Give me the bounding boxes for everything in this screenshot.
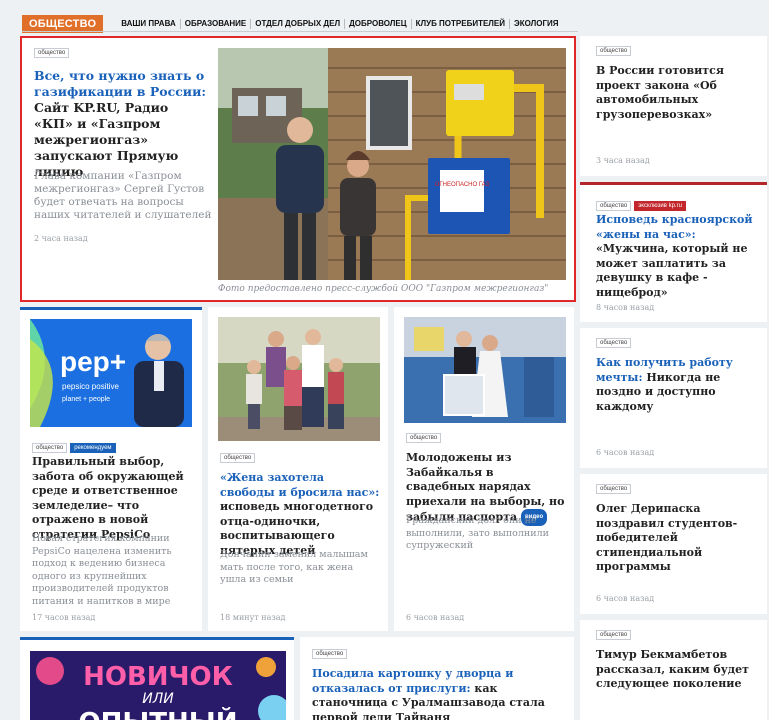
article-pepsico-title[interactable]: Правильный выбор, забота об окружающей с… xyxy=(32,455,194,542)
article-single-father-time: 18 минут назад xyxy=(220,613,286,622)
article-pepsico-desc: Новая стратегия компании PepsiCo нацелен… xyxy=(32,533,172,607)
featured-article[interactable]: общество Все, что нужно знать о газифика… xyxy=(20,36,576,302)
right-article-4-time: 6 часов назад xyxy=(596,594,655,603)
right-article-5[interactable]: общество Тимур Бекмамбетов рассказал, ка… xyxy=(580,620,767,720)
article-newlyweds-time: 6 часов назад xyxy=(406,613,465,622)
nav-link-volunteer[interactable]: ДОБРОВОЛЕЦ xyxy=(345,19,412,29)
right-article-2[interactable]: общество эксклюзив kp.ru Исповедь красноя… xyxy=(580,182,767,322)
promo-line2: ИЛИ xyxy=(142,691,174,707)
tag-society[interactable]: общество xyxy=(34,48,70,58)
nav-link-education[interactable]: ОБРАЗОВАНИЕ xyxy=(181,19,252,29)
newlyweds-image xyxy=(404,317,566,423)
right-article-2-title-lead[interactable]: Исповедь красноярской «жены на час»: xyxy=(596,213,753,241)
pepsico-image[interactable]: pep+ pepsico positive planet + people xyxy=(30,319,192,427)
nav-link-ecology[interactable]: ЭКОЛОГИЯ xyxy=(510,19,562,29)
right-article-4[interactable]: общество Олег Дерипаска поздравил студен… xyxy=(580,474,767,614)
tag-society[interactable]: общество xyxy=(596,484,632,494)
right-article-2-tags: общество эксклюзив kp.ru xyxy=(596,195,689,214)
right-article-3[interactable]: общество Как получить работу мечты: Нико… xyxy=(580,328,767,468)
pepsico-banner: pep+ pepsico positive planet + people xyxy=(30,319,192,427)
article-newlyweds-desc: Гражданский долг они не выполнили, зато … xyxy=(406,515,549,551)
nav-divider xyxy=(22,31,578,32)
danger-sign-text: ОГНЕОПАСНО ГАЗ xyxy=(435,182,490,188)
gas-meter-photo: ОГНЕОПАСНО ГАЗ xyxy=(218,48,566,280)
tag-society[interactable]: общество xyxy=(406,433,442,443)
article-taiwan[interactable]: общество Посадила картошку у дворца и от… xyxy=(300,637,574,720)
tag-society[interactable]: общество xyxy=(596,200,632,211)
family-image xyxy=(218,317,380,441)
tag-society[interactable]: общество xyxy=(312,649,348,659)
right-article-1[interactable]: общество В России готовится проект закон… xyxy=(580,36,767,176)
right-article-4-title[interactable]: Олег Дерипаска поздравил студентов-побед… xyxy=(596,502,758,575)
right-article-3-title[interactable]: Как получить работу мечты: Никогда не по… xyxy=(596,356,758,414)
tag-society[interactable]: общество xyxy=(32,442,68,453)
article-single-father-title[interactable]: «Жена захотела свободы и бросила нас»: и… xyxy=(220,471,382,558)
tag-exclusive[interactable]: эксклюзив kp.ru xyxy=(634,200,686,211)
right-article-5-title[interactable]: Тимур Бекмамбетов рассказал, каким будет… xyxy=(596,648,758,692)
tag-society[interactable]: общество xyxy=(220,453,256,463)
promo-image[interactable]: НОВИЧОК ИЛИ ОПЫТНЫЙ xyxy=(30,651,286,720)
promo-line1: НОВИЧОК xyxy=(83,662,233,692)
promo-card[interactable]: НОВИЧОК ИЛИ ОПЫТНЫЙ xyxy=(20,637,294,720)
right-article-1-time: 3 часа назад xyxy=(596,156,650,165)
accent-bar xyxy=(20,637,294,640)
right-article-1-title[interactable]: В России готовится проект закона «Об авт… xyxy=(596,64,758,122)
nav-link-rights[interactable]: ВАШИ ПРАВА xyxy=(117,19,181,29)
featured-title[interactable]: Все, что нужно знать о газификации в Рос… xyxy=(34,68,210,180)
article-single-father-title-lead[interactable]: «Жена захотела свободы и бросила нас»: xyxy=(220,471,379,499)
featured-photo[interactable]: ОГНЕОПАСНО ГАЗ xyxy=(218,48,566,280)
article-single-father-desc: Дончанин заменил малышам мать после того… xyxy=(220,549,368,585)
tag-society[interactable]: общество xyxy=(596,338,632,348)
tag-society[interactable]: общество xyxy=(596,46,632,56)
photo-caption: Фото предоставлено пресс-службой ООО "Га… xyxy=(218,284,549,294)
promo-line3: ОПЫТНЫЙ xyxy=(79,706,238,720)
tag-society[interactable]: общество xyxy=(596,630,632,640)
right-article-2-title-rest[interactable]: «Мужчина, который не может заплатить за … xyxy=(596,242,747,299)
right-article-2-title[interactable]: Исповедь красноярской «жены на час»: «Му… xyxy=(596,213,758,300)
article-pepsico[interactable]: pep+ pepsico positive planet + people об… xyxy=(20,307,202,631)
tag-recommended[interactable]: рекомендуем xyxy=(70,442,116,453)
family-photo[interactable] xyxy=(218,317,380,441)
right-article-2-time: 8 часов назад xyxy=(596,303,655,312)
pepsico-logo-sub: pepsico positive xyxy=(62,382,119,391)
article-pepsico-tags: общество рекомендуем xyxy=(32,437,119,456)
accent-bar xyxy=(20,307,202,310)
article-single-father[interactable]: общество «Жена захотела свободы и бросил… xyxy=(208,307,388,631)
subsection-links: ВАШИ ПРАВА ОБРАЗОВАНИЕ ОТДЕЛ ДОБРЫХ ДЕЛ … xyxy=(117,19,562,29)
article-taiwan-title[interactable]: Посадила картошку у дворца и отказалась … xyxy=(312,667,566,720)
article-pepsico-time: 17 часов назад xyxy=(32,613,96,622)
nav-link-good-deeds[interactable]: ОТДЕЛ ДОБРЫХ ДЕЛ xyxy=(251,19,346,29)
featured-title-lead[interactable]: Все, что нужно знать о газификации в Рос… xyxy=(34,68,206,99)
promo-banner: НОВИЧОК ИЛИ ОПЫТНЫЙ xyxy=(30,651,286,720)
article-newlyweds[interactable]: общество Молодожены из Забайкалья в свад… xyxy=(394,307,574,631)
featured-title-rest[interactable]: Сайт KP.RU, Радио «КП» и «Газпром межрег… xyxy=(34,100,178,179)
featured-time: 2 часа назад xyxy=(34,234,88,243)
nav-link-consumers[interactable]: КЛУБ ПОТРЕБИТЕЛЕЙ xyxy=(412,19,511,29)
featured-description: Глава компании «Газпром межрегионгаз» Се… xyxy=(34,170,212,221)
right-article-3-time: 6 часов назад xyxy=(596,448,655,457)
pepsico-logo: pep+ xyxy=(60,346,126,377)
newlyweds-photo[interactable] xyxy=(404,317,566,423)
pepsico-logo-sub2: planet + people xyxy=(62,396,110,403)
